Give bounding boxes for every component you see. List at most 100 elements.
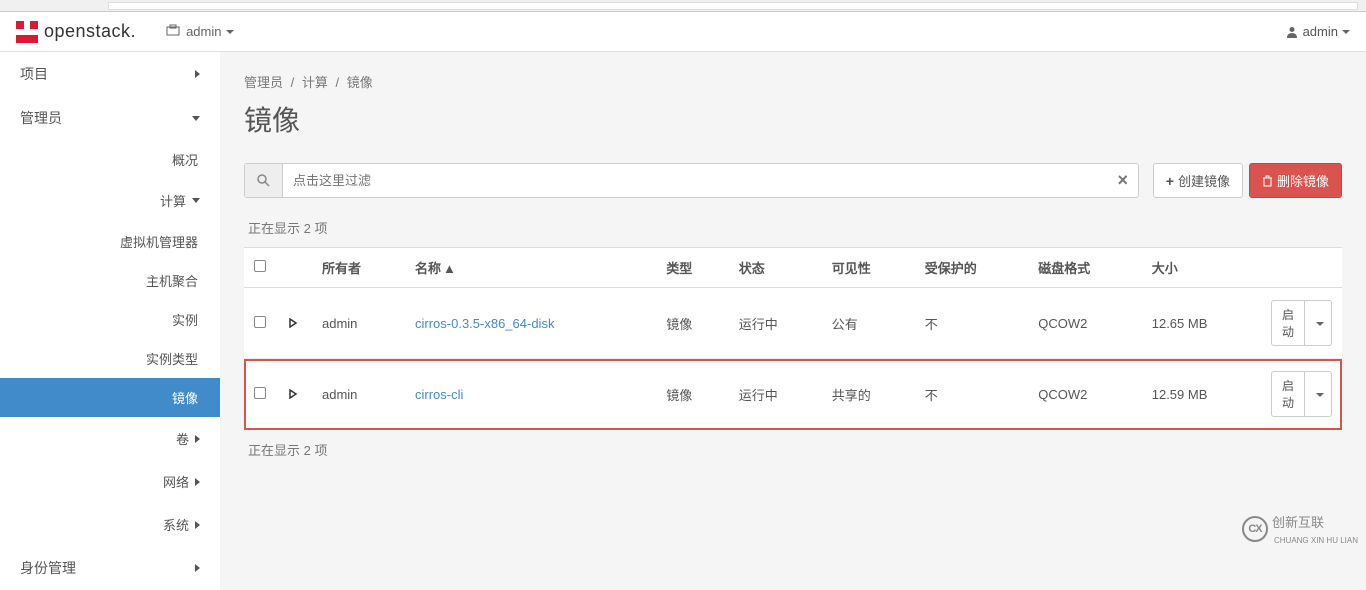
chevron-right-icon <box>195 70 200 78</box>
cell-size: 12.59 MB <box>1142 359 1261 430</box>
sidebar: 项目 管理员 概况 计算 虚拟机管理器 主机聚合 实例 实例类型 镜像 <box>0 52 220 590</box>
brand-logo[interactable]: openstack. <box>16 21 136 43</box>
cell-type: 镜像 <box>656 288 729 359</box>
col-owner[interactable]: 所有者 <box>312 248 405 288</box>
breadcrumb-item: 镜像 <box>347 75 373 90</box>
col-type[interactable]: 类型 <box>656 248 729 288</box>
breadcrumb-item[interactable]: 计算 <box>302 75 328 90</box>
chevron-right-icon <box>195 478 200 486</box>
page-title: 镜像 <box>244 99 1342 139</box>
sidebar-item-flavors[interactable]: 实例类型 <box>0 339 220 378</box>
sidebar-item-compute[interactable]: 计算 <box>0 179 220 222</box>
col-size[interactable]: 大小 <box>1142 248 1261 288</box>
action-group: 启动 <box>1271 300 1332 346</box>
sidebar-label: 卷 <box>100 429 195 448</box>
openstack-icon <box>16 21 38 43</box>
clear-filter-button[interactable]: × <box>1108 164 1138 197</box>
sidebar-item-project[interactable]: 项目 <box>0 52 220 96</box>
search-wrap: × <box>244 163 1139 198</box>
sidebar-item-system[interactable]: 系统 <box>0 503 220 546</box>
cell-owner: admin <box>312 288 405 359</box>
sidebar-item-admin[interactable]: 管理员 <box>0 96 220 140</box>
col-name[interactable]: 名称▲ <box>405 248 656 288</box>
button-label: 创建镜像 <box>1178 171 1230 190</box>
cell-name: cirros-0.3.5-x86_64-disk <box>405 288 656 359</box>
container: 项目 管理员 概况 计算 虚拟机管理器 主机聚合 实例 实例类型 镜像 <box>0 52 1366 590</box>
briefcase-icon <box>166 24 180 39</box>
image-link[interactable]: cirros-cli <box>415 387 463 402</box>
table-header-row: 所有者 名称▲ 类型 状态 可见性 受保护的 磁盘格式 大小 <box>244 248 1342 288</box>
sidebar-label: 系统 <box>100 515 195 534</box>
sidebar-item-identity[interactable]: 身份管理 <box>0 546 220 590</box>
breadcrumb-item[interactable]: 管理员 <box>244 75 283 90</box>
action-dropdown-toggle[interactable] <box>1305 300 1332 346</box>
main-content: 管理员 / 计算 / 镜像 镜像 × + 创建镜像 删除镜像 <box>220 52 1366 590</box>
create-image-button[interactable]: + 创建镜像 <box>1153 163 1243 198</box>
cell-disk-format: QCOW2 <box>1028 288 1141 359</box>
cell-visibility: 公有 <box>822 288 915 359</box>
launch-button[interactable]: 启动 <box>1271 371 1305 417</box>
col-expand <box>278 248 312 288</box>
search-button[interactable] <box>245 164 283 197</box>
cell-type: 镜像 <box>656 359 729 430</box>
sidebar-item-overview[interactable]: 概况 <box>0 140 220 179</box>
sidebar-label: 概况 <box>172 150 198 169</box>
cell-protected: 不 <box>915 359 1028 430</box>
cell-owner: admin <box>312 359 405 430</box>
user-menu[interactable]: admin <box>1285 24 1350 39</box>
chevron-right-icon <box>195 435 200 443</box>
chevron-down-icon <box>1316 322 1324 326</box>
cell-protected: 不 <box>915 288 1028 359</box>
watermark: CX 创新互联 CHUANG XIN HU LIAN <box>1242 512 1358 546</box>
cell-size: 12.65 MB <box>1142 288 1261 359</box>
chevron-right-icon <box>195 521 200 529</box>
trash-icon <box>1262 175 1273 187</box>
cell-status: 运行中 <box>729 359 822 430</box>
browser-chrome <box>0 0 1366 12</box>
sidebar-label: 身份管理 <box>20 558 76 578</box>
delete-image-button[interactable]: 删除镜像 <box>1249 163 1342 198</box>
sidebar-label: 计算 <box>100 191 192 210</box>
user-label: admin <box>1303 24 1338 39</box>
row-checkbox[interactable] <box>254 316 266 328</box>
col-protected[interactable]: 受保护的 <box>915 248 1028 288</box>
cell-disk-format: QCOW2 <box>1028 359 1141 430</box>
breadcrumb: 管理员 / 计算 / 镜像 <box>244 72 1342 91</box>
sidebar-item-volume[interactable]: 卷 <box>0 417 220 460</box>
toolbar: × + 创建镜像 删除镜像 <box>244 163 1342 198</box>
button-label: 删除镜像 <box>1277 171 1329 190</box>
sidebar-label: 管理员 <box>20 108 62 128</box>
row-checkbox[interactable] <box>254 387 266 399</box>
sidebar-label: 网络 <box>100 472 195 491</box>
url-bar[interactable] <box>108 2 1358 10</box>
plus-icon: + <box>1166 173 1174 189</box>
table-caption-top: 正在显示 2 项 <box>244 218 1342 237</box>
table-row: admin cirros-cli 镜像 运行中 共享的 不 QCOW2 12.5… <box>244 359 1342 430</box>
col-visibility[interactable]: 可见性 <box>822 248 915 288</box>
project-label: admin <box>186 24 221 39</box>
sidebar-label: 虚拟机管理器 <box>120 232 198 251</box>
image-link[interactable]: cirros-0.3.5-x86_64-disk <box>415 316 554 331</box>
col-status[interactable]: 状态 <box>729 248 822 288</box>
expand-row-button[interactable] <box>288 387 298 402</box>
launch-button[interactable]: 启动 <box>1271 300 1305 346</box>
user-icon <box>1285 25 1299 39</box>
select-all-checkbox[interactable] <box>254 260 266 272</box>
sidebar-item-host-aggregates[interactable]: 主机聚合 <box>0 261 220 300</box>
action-group: 启动 <box>1271 371 1332 417</box>
col-disk-format[interactable]: 磁盘格式 <box>1028 248 1141 288</box>
table-caption-bottom: 正在显示 2 项 <box>244 440 1342 459</box>
sort-asc-icon: ▲ <box>443 261 456 276</box>
filter-input[interactable] <box>283 164 1108 197</box>
sidebar-label: 镜像 <box>172 388 198 407</box>
expand-row-button[interactable] <box>288 316 298 331</box>
watermark-icon: CX <box>1242 516 1268 542</box>
sidebar-item-images[interactable]: 镜像 <box>0 378 220 417</box>
project-selector[interactable]: admin <box>166 24 233 39</box>
action-dropdown-toggle[interactable] <box>1305 371 1332 417</box>
sidebar-item-instances[interactable]: 实例 <box>0 300 220 339</box>
sidebar-item-hypervisors[interactable]: 虚拟机管理器 <box>0 222 220 261</box>
table-wrap: 所有者 名称▲ 类型 状态 可见性 受保护的 磁盘格式 大小 admin cir… <box>244 247 1342 430</box>
sidebar-item-network[interactable]: 网络 <box>0 460 220 503</box>
col-actions <box>1261 248 1342 288</box>
